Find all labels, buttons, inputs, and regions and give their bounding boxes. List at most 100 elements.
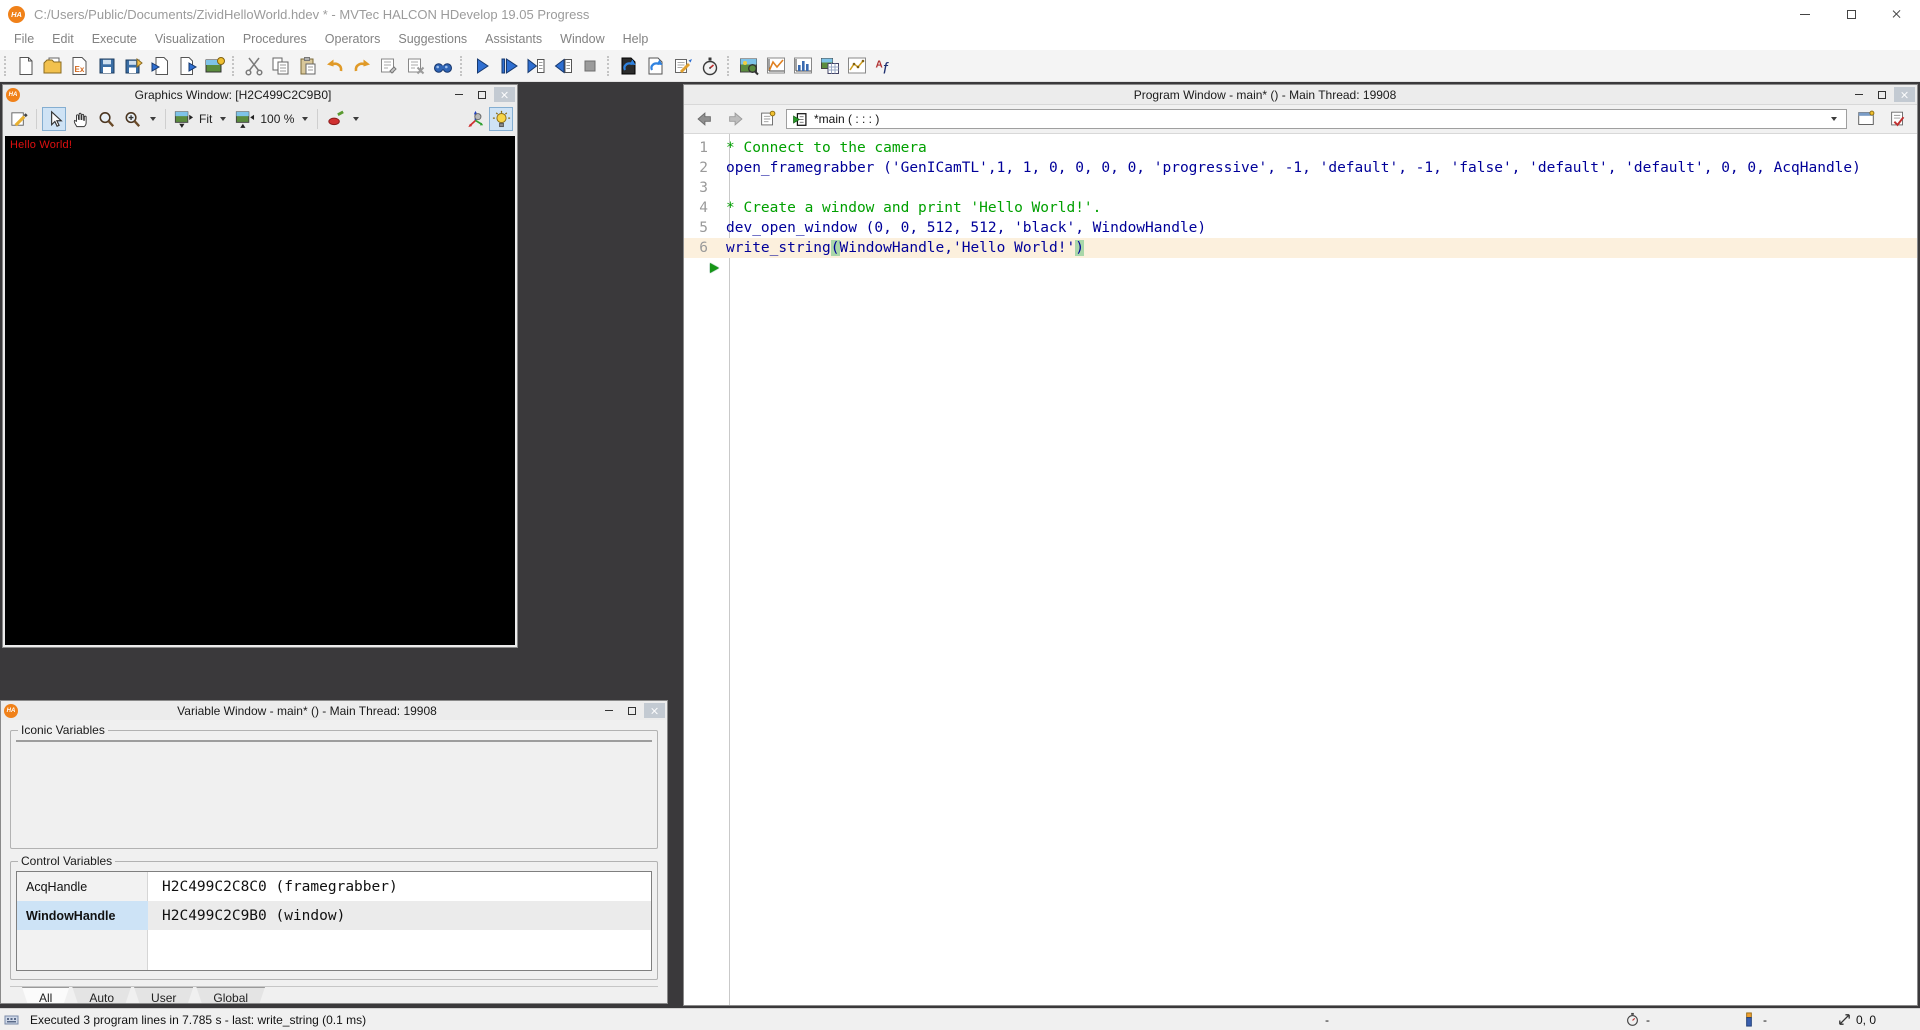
font-tool-icon[interactable]: Af	[870, 52, 897, 79]
code-line-4[interactable]: 4* Create a window and print 'Hello Worl…	[684, 198, 1917, 218]
maximize-button[interactable]	[1828, 0, 1874, 28]
zoom-100-icon[interactable]	[232, 107, 256, 131]
edit-procedure-icon[interactable]	[1884, 106, 1911, 133]
open-program-icon[interactable]	[39, 52, 66, 79]
code-line-3[interactable]: 3	[684, 178, 1917, 198]
variable-name[interactable]: WindowHandle	[17, 901, 148, 930]
graphics-window-titlebar[interactable]: HA Graphics Window: [H2C499C2C9B0]	[3, 85, 517, 104]
code-line-2[interactable]: 2open_framegrabber ('GenICamTL',1, 1, 0,…	[684, 158, 1917, 178]
code-line-5[interactable]: 5dev_open_window (0, 0, 512, 512, 'black…	[684, 218, 1917, 238]
iconic-variables-area[interactable]	[16, 740, 652, 742]
save-program-icon[interactable]	[93, 52, 120, 79]
step-into-icon[interactable]	[522, 52, 549, 79]
minimize-button[interactable]	[1782, 0, 1828, 28]
close-button[interactable]	[494, 87, 515, 102]
open-procedure-window-icon[interactable]	[1852, 106, 1879, 133]
zoom-in-tool-icon[interactable]	[120, 107, 144, 131]
maximize-button[interactable]	[471, 87, 492, 102]
read-file-icon[interactable]	[147, 52, 174, 79]
tab-auto[interactable]: Auto	[72, 987, 131, 1003]
light-toggle-icon[interactable]	[489, 107, 513, 131]
profiler-icon[interactable]	[696, 52, 723, 79]
edit-code-icon[interactable]	[669, 52, 696, 79]
gray-histogram-icon[interactable]	[762, 52, 789, 79]
variable-window-title: Variable Window - main* () - Main Thread…	[18, 704, 596, 718]
font-f-label: f	[883, 60, 889, 77]
view-image-icon[interactable]	[735, 52, 762, 79]
close-button[interactable]	[644, 703, 665, 718]
minimize-button[interactable]	[1848, 87, 1869, 102]
redo-icon[interactable]	[348, 52, 375, 79]
navigate-forward-icon[interactable]	[722, 106, 749, 133]
reset-program-icon[interactable]	[615, 52, 642, 79]
control-variables-table[interactable]: AcqHandleH2C499C2C8C0 (framegrabber)Wind…	[16, 871, 652, 971]
fit-image-icon[interactable]	[171, 107, 195, 131]
program-window-titlebar[interactable]: Program Window - main* () - Main Thread:…	[684, 85, 1917, 105]
draw-color-icon[interactable]	[323, 107, 347, 131]
minimize-button[interactable]	[598, 703, 619, 718]
step-over-icon[interactable]	[495, 52, 522, 79]
fit-dropdown-caret[interactable]	[220, 117, 226, 121]
write-file-icon[interactable]	[174, 52, 201, 79]
zoom-dropdown-caret[interactable]	[150, 117, 156, 121]
menu-operators[interactable]: Operators	[316, 30, 390, 48]
maximize-button[interactable]	[621, 703, 642, 718]
new-program-icon[interactable]	[12, 52, 39, 79]
navigate-back-icon[interactable]	[690, 106, 717, 133]
annotate-icon[interactable]	[7, 107, 31, 131]
acquire-image-icon[interactable]	[201, 52, 228, 79]
menu-procedures[interactable]: Procedures	[234, 30, 316, 48]
menu-file[interactable]: File	[5, 30, 43, 48]
variable-row-WindowHandle[interactable]: WindowHandleH2C499C2C9B0 (window)	[17, 901, 651, 930]
variable-name[interactable]: AcqHandle	[17, 872, 148, 901]
menu-execute[interactable]: Execute	[83, 30, 146, 48]
find-icon[interactable]	[429, 52, 456, 79]
graphics-canvas[interactable]: Hello World!	[5, 136, 515, 645]
insert-operator-icon[interactable]	[375, 52, 402, 79]
paste-icon[interactable]	[294, 52, 321, 79]
menu-help[interactable]: Help	[614, 30, 658, 48]
close-button[interactable]	[1874, 0, 1920, 28]
variable-row-AcqHandle[interactable]: AcqHandleH2C499C2C8C0 (framegrabber)	[17, 872, 651, 901]
stop-icon[interactable]	[576, 52, 603, 79]
menu-visualization[interactable]: Visualization	[146, 30, 234, 48]
code-line-1[interactable]: 1* Connect to the camera	[684, 138, 1917, 158]
zoom-value-label: 100 %	[260, 112, 294, 126]
export-program-icon[interactable]: Ex	[66, 52, 93, 79]
step-out-icon[interactable]	[549, 52, 576, 79]
menu-edit[interactable]: Edit	[43, 30, 83, 48]
menu-suggestions[interactable]: Suggestions	[389, 30, 476, 48]
pan-tool-icon[interactable]	[68, 107, 92, 131]
feature-histogram-icon[interactable]	[789, 52, 816, 79]
variable-value[interactable]: H2C499C2C9B0 (window)	[148, 901, 651, 930]
code-line-6[interactable]: 6write_string(WindowHandle,'Hello World!…	[684, 238, 1917, 258]
tab-user[interactable]: User	[134, 987, 193, 1003]
copy-icon[interactable]	[267, 52, 294, 79]
code-editor[interactable]: 1* Connect to the camera2open_framegrabb…	[684, 134, 1917, 1005]
minimize-button[interactable]	[448, 87, 469, 102]
maximize-button[interactable]	[1871, 87, 1892, 102]
zoom-tool-icon[interactable]	[94, 107, 118, 131]
save-program-as-icon[interactable]	[120, 52, 147, 79]
3d-axis-icon[interactable]	[463, 107, 487, 131]
close-button[interactable]	[1894, 87, 1915, 102]
pointer-tool-icon[interactable]	[42, 107, 66, 131]
procedure-combobox[interactable]: *main ( : : : )	[786, 109, 1847, 129]
menu-window[interactable]: Window	[551, 30, 613, 48]
line-profile-icon[interactable]	[843, 52, 870, 79]
menu-assistants[interactable]: Assistants	[476, 30, 551, 48]
tab-all[interactable]: All	[22, 987, 69, 1003]
run-icon[interactable]	[468, 52, 495, 79]
draw-color-dropdown-caret[interactable]	[353, 117, 359, 121]
tab-global[interactable]: Global	[196, 987, 265, 1003]
zoom-value-dropdown-caret[interactable]	[302, 117, 308, 121]
cut-icon[interactable]	[240, 52, 267, 79]
procedure-dropdown-caret[interactable]	[1831, 117, 1837, 121]
reset-procedure-icon[interactable]	[642, 52, 669, 79]
variable-value[interactable]: H2C499C2C8C0 (framegrabber)	[148, 872, 651, 901]
delete-operator-icon[interactable]	[402, 52, 429, 79]
undo-icon[interactable]	[321, 52, 348, 79]
pixel-grid-icon[interactable]	[816, 52, 843, 79]
variable-window-titlebar[interactable]: HA Variable Window - main* () - Main Thr…	[1, 701, 667, 720]
procedure-properties-icon[interactable]	[754, 106, 781, 133]
